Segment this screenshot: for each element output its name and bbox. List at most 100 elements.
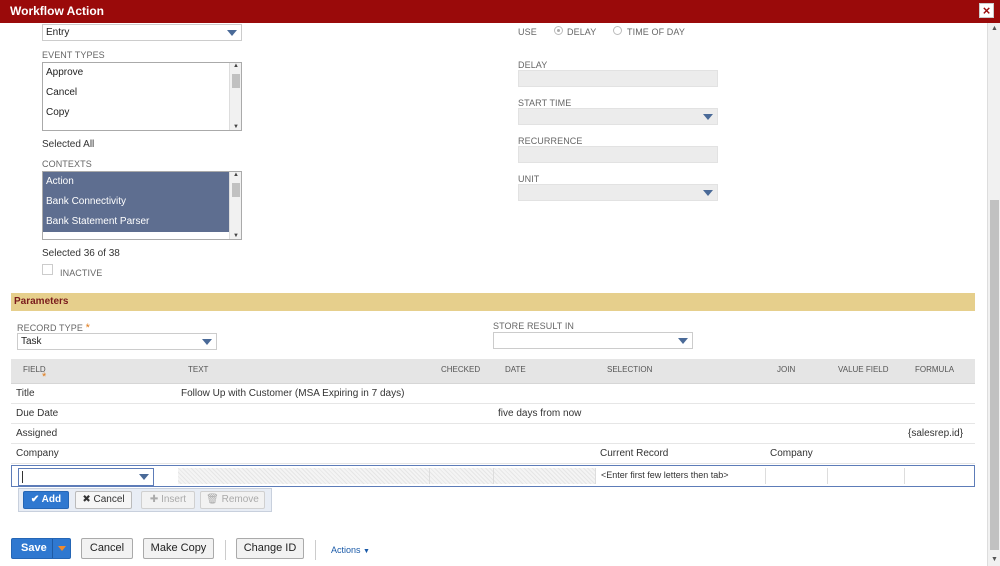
formula-cell[interactable] (905, 468, 974, 484)
column-header-checked[interactable]: CHECKED (441, 365, 480, 374)
actions-menu-label: Actions (331, 545, 361, 555)
column-header-join[interactable]: JOIN (777, 365, 795, 374)
chevron-down-icon[interactable] (678, 338, 688, 344)
delay-radio-label: DELAY (567, 27, 597, 37)
cell-field: Assigned (16, 428, 58, 439)
column-header-text[interactable]: TEXT (188, 365, 208, 374)
event-types-label: EVENT TYPES (42, 50, 105, 60)
chevron-down-icon[interactable] (58, 546, 66, 551)
delay-label: DELAY (518, 60, 548, 70)
cell-field: Due Date (16, 408, 59, 419)
scroll-up-icon[interactable]: ▲ (230, 172, 241, 178)
chevron-down-icon[interactable] (703, 114, 713, 120)
store-result-label: STORE RESULT IN (493, 321, 575, 331)
contexts-listbox[interactable]: Action Bank Connectivity Bank Statement … (42, 171, 242, 240)
cancel-line-button[interactable]: ✖ Cancel (75, 491, 132, 509)
selection-cell[interactable]: <Enter first few letters then tab> (596, 468, 766, 484)
list-item[interactable]: Action (43, 172, 241, 192)
scroll-thumb[interactable] (990, 200, 999, 550)
trigger-select[interactable]: Entry (42, 24, 242, 41)
recurrence-label: RECURRENCE (518, 136, 583, 146)
table-row[interactable]: Title Follow Up with Customer (MSA Expir… (11, 384, 975, 404)
event-types-listbox[interactable]: Approve Cancel Copy ▲ ▼ (42, 62, 242, 131)
chevron-down-icon[interactable] (139, 474, 149, 480)
record-type-value: Task (21, 336, 42, 347)
value-field-cell[interactable] (828, 468, 905, 484)
column-header-formula[interactable]: FORMULA (915, 365, 954, 374)
list-item[interactable]: Approve (43, 63, 241, 83)
start-time-select[interactable] (518, 108, 718, 125)
save-dropdown[interactable] (52, 539, 70, 558)
page-scrollbar[interactable]: ▲ ▼ (987, 23, 1000, 566)
list-item[interactable]: Cancel (43, 83, 241, 103)
list-item[interactable]: Bank Statement Parser (43, 212, 241, 232)
window-titlebar: Workflow Action × (0, 0, 1000, 23)
scroll-up-icon[interactable]: ▲ (230, 63, 241, 69)
scroll-down-icon[interactable]: ▼ (988, 554, 1000, 566)
unit-select[interactable] (518, 184, 718, 201)
listbox-scrollbar[interactable]: ▲ ▼ (229, 172, 241, 239)
record-type-label-text: RECORD TYPE (17, 323, 83, 333)
chevron-down-icon[interactable] (202, 339, 212, 345)
listbox-scrollbar[interactable]: ▲ ▼ (229, 63, 241, 130)
record-type-select[interactable]: Task (17, 333, 217, 350)
divider (315, 540, 316, 560)
column-header-selection[interactable]: SELECTION (607, 365, 652, 374)
cell-field: Company (16, 448, 59, 459)
column-header-value-field[interactable]: VALUE FIELD (838, 365, 889, 374)
use-label: USE (518, 27, 537, 37)
cell-text: Follow Up with Customer (MSA Expiring in… (181, 388, 405, 399)
caret-down-icon: ▼ (363, 548, 370, 555)
cell-date: five days from now (498, 408, 582, 419)
text-cell-disabled (178, 468, 430, 484)
table-row[interactable]: Company Current Record Company (11, 444, 975, 464)
cell-formula: {salesrep.id} (908, 428, 964, 439)
recurrence-field[interactable] (518, 146, 718, 163)
save-button[interactable]: Save (11, 538, 71, 559)
event-types-summary: Selected All (42, 139, 95, 150)
scroll-thumb[interactable] (232, 74, 240, 88)
cell-selection: Current Record (600, 448, 669, 459)
grid-edit-row[interactable]: <Enter first few letters then tab> (11, 465, 975, 487)
inactive-checkbox[interactable] (42, 264, 53, 275)
add-button-label: Add (41, 494, 62, 505)
scroll-thumb[interactable] (232, 183, 240, 197)
delay-field[interactable] (518, 70, 718, 87)
selection-hint: <Enter first few letters then tab> (601, 470, 729, 480)
trigger-value: Entry (46, 27, 70, 38)
scroll-down-icon[interactable]: ▼ (230, 124, 241, 130)
time-of-day-radio-label: TIME OF DAY (627, 27, 685, 37)
required-asterisk: * (42, 371, 47, 383)
join-cell[interactable] (766, 468, 828, 484)
table-row[interactable]: Assigned {salesrep.id} (11, 424, 975, 444)
scroll-down-icon[interactable]: ▼ (230, 233, 241, 239)
table-row[interactable]: Due Date five days from now (11, 404, 975, 424)
remove-button[interactable]: 🗑 Remove (200, 491, 265, 509)
make-copy-button[interactable]: Make Copy (143, 538, 214, 559)
cancel-button[interactable]: Cancel (81, 538, 133, 559)
contexts-summary: Selected 36 of 38 (42, 248, 120, 259)
store-result-select[interactable] (493, 332, 693, 349)
list-item[interactable]: Bank Connectivity (43, 192, 241, 212)
close-icon[interactable]: × (979, 3, 994, 18)
cancel-line-button-label: Cancel (93, 494, 125, 505)
actions-menu[interactable]: Actions ▼ (331, 545, 370, 555)
field-select[interactable] (18, 468, 154, 486)
list-item[interactable]: Copy (43, 103, 241, 123)
parameters-section-header: Parameters (11, 293, 975, 311)
insert-button-label: Insert (161, 494, 187, 505)
delay-radio[interactable] (554, 26, 563, 35)
cell-field: Title (16, 388, 35, 399)
remove-button-label: Remove (221, 494, 259, 505)
change-id-button[interactable]: Change ID (236, 538, 304, 559)
column-header-date[interactable]: DATE (505, 365, 526, 374)
chevron-down-icon[interactable] (227, 30, 237, 36)
time-of-day-radio[interactable] (613, 26, 622, 35)
insert-button[interactable]: ✚ Insert (141, 491, 195, 509)
inactive-label: INACTIVE (60, 268, 103, 278)
divider (225, 540, 226, 560)
add-button[interactable]: ✔ Add (23, 491, 69, 509)
start-time-label: START TIME (518, 98, 572, 108)
chevron-down-icon[interactable] (703, 190, 713, 196)
scroll-up-icon[interactable]: ▲ (988, 23, 1000, 35)
